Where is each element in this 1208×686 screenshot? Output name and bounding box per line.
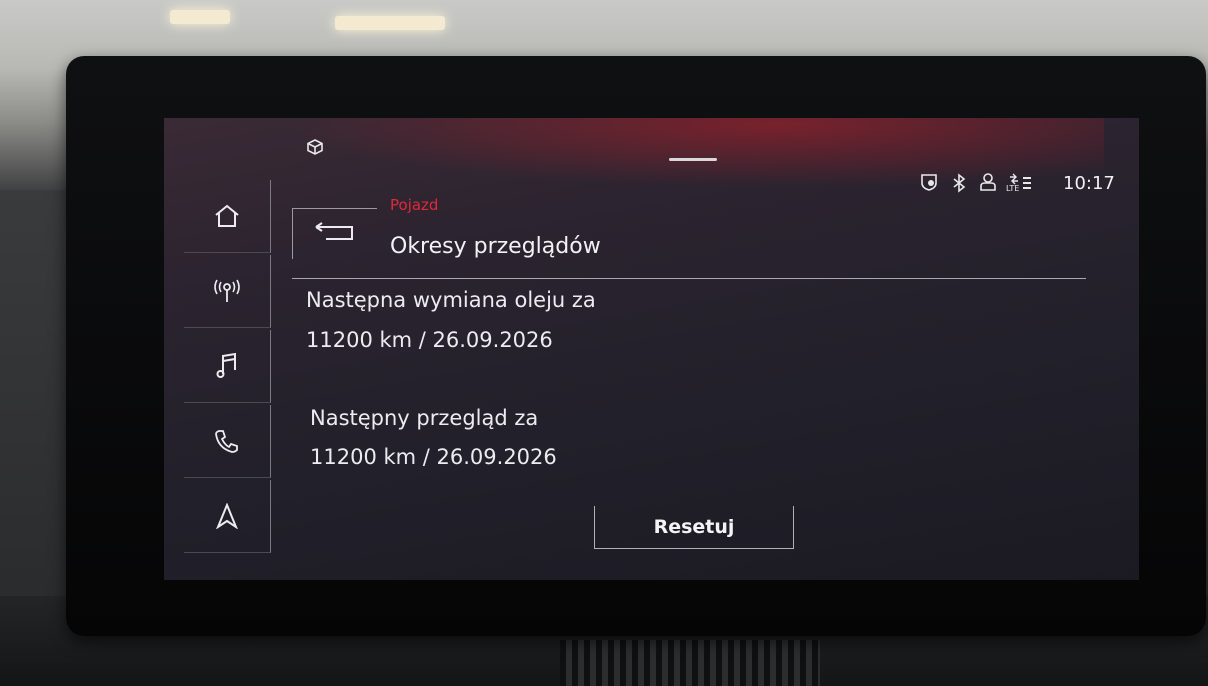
drag-handle[interactable]: [669, 158, 717, 161]
oil-change-value: 11200 km / 26.09.2026: [306, 328, 553, 352]
svg-text:LTE: LTE: [1006, 184, 1019, 193]
nav-item-phone[interactable]: [184, 405, 271, 478]
music-note-icon: [216, 352, 238, 380]
home-icon: [213, 203, 241, 229]
air-vent: [560, 640, 820, 686]
car-app-icon[interactable]: [306, 138, 324, 161]
status-clock: 10:17: [1063, 173, 1115, 194]
ceiling-light: [170, 10, 230, 24]
user-profile-icon: [978, 172, 998, 197]
infotainment-screen: LTE 10:17 Pojazd Okresy przeglądów Nastę…: [164, 118, 1139, 580]
ceiling-light: [335, 16, 445, 30]
inspection-value: 11200 km / 26.09.2026: [310, 445, 557, 469]
navigation-shield-icon: [919, 172, 939, 197]
oil-change-label: Następna wymiana oleju za: [306, 288, 596, 312]
back-button[interactable]: [292, 208, 377, 259]
breadcrumb-category: Pojazd: [390, 196, 439, 214]
main-nav: [184, 180, 271, 560]
nav-item-media[interactable]: [184, 330, 271, 403]
bluetooth-icon: [952, 173, 966, 198]
page-title: Okresy przeglądów: [390, 234, 601, 259]
nav-item-home[interactable]: [184, 180, 271, 253]
back-arrow-icon: [312, 221, 358, 247]
phone-icon: [214, 428, 240, 454]
nav-item-navigation[interactable]: [184, 480, 271, 553]
header-divider: [292, 278, 1086, 279]
inspection-label: Następny przegląd za: [310, 406, 539, 430]
nav-item-radio[interactable]: [184, 255, 271, 328]
radio-icon: [212, 278, 242, 304]
lte-signal-icon: LTE: [1006, 173, 1034, 198]
reset-button[interactable]: Resetuj: [594, 506, 794, 549]
navigation-arrow-icon: [215, 503, 239, 529]
